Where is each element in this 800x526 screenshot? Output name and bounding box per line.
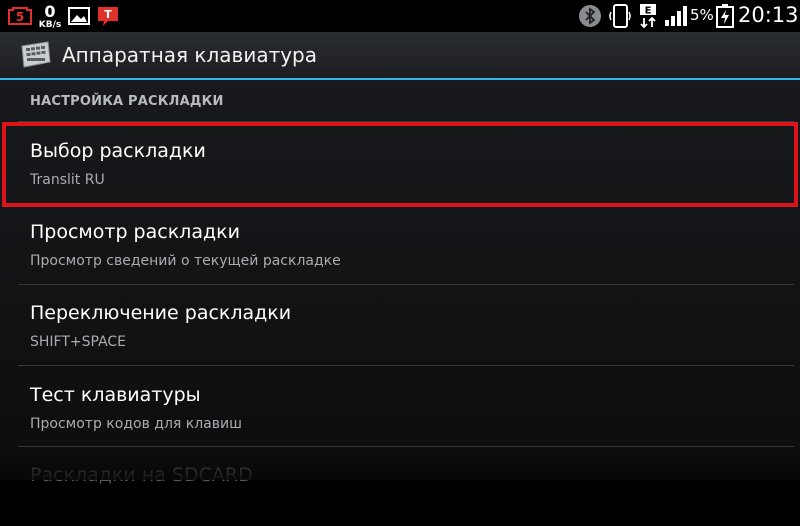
pref-item-title: Переключение раскладки <box>30 302 292 324</box>
network-type-label: E <box>645 6 652 17</box>
scroll-fade <box>0 452 800 480</box>
highlight-box <box>2 122 798 207</box>
status-bar: 5 0 KB/s T E 5% 20:13 <box>0 0 800 32</box>
preference-list[interactable]: НАСТРОЙКА РАСКЛАДКИ Выбор раскладки Tran… <box>0 80 800 486</box>
network-e-icon: E <box>636 3 660 29</box>
gallery-icon <box>68 7 90 25</box>
notification-5-icon: 5 <box>6 6 34 26</box>
pref-item-summary: Просмотр кодов для клавиш <box>30 416 242 432</box>
pref-item-summary: SHIFT+SPACE <box>30 334 127 350</box>
clock: 20:13 <box>738 3 799 27</box>
notification-5-label: 5 <box>16 10 24 24</box>
pref-item-summary: Просмотр сведений о текущей раскладке <box>30 253 341 269</box>
pref-item-title: Просмотр раскладки <box>30 221 240 243</box>
t-notification-icon: T <box>96 5 120 27</box>
battery-percent: 5% <box>690 6 714 24</box>
t-notification-label: T <box>104 8 112 21</box>
section-header: НАСТРОЙКА РАСКЛАДКИ <box>30 94 224 109</box>
signal-icon <box>664 5 688 27</box>
pref-item-keyboard-test[interactable]: Тест клавиатуры Просмотр кодов для клави… <box>0 366 800 446</box>
net-speed-unit: KB/s <box>38 20 62 30</box>
bluetooth-icon <box>578 4 602 28</box>
battery-charging-icon <box>716 4 734 28</box>
phone-icon <box>608 3 632 29</box>
net-speed-indicator: 0 KB/s <box>38 2 62 30</box>
action-bar: Аппаратная клавиатура <box>0 32 800 78</box>
pref-item-layout-switch[interactable]: Переключение раскладки SHIFT+SPACE <box>0 284 800 364</box>
pref-item-layout-view[interactable]: Просмотр раскладки Просмотр сведений о т… <box>0 203 800 283</box>
pref-item-title: Тест клавиатуры <box>30 384 201 406</box>
keyboard-icon[interactable] <box>18 40 52 70</box>
page-title: Аппаратная клавиатура <box>62 43 318 67</box>
net-speed-value: 0 <box>44 2 56 21</box>
